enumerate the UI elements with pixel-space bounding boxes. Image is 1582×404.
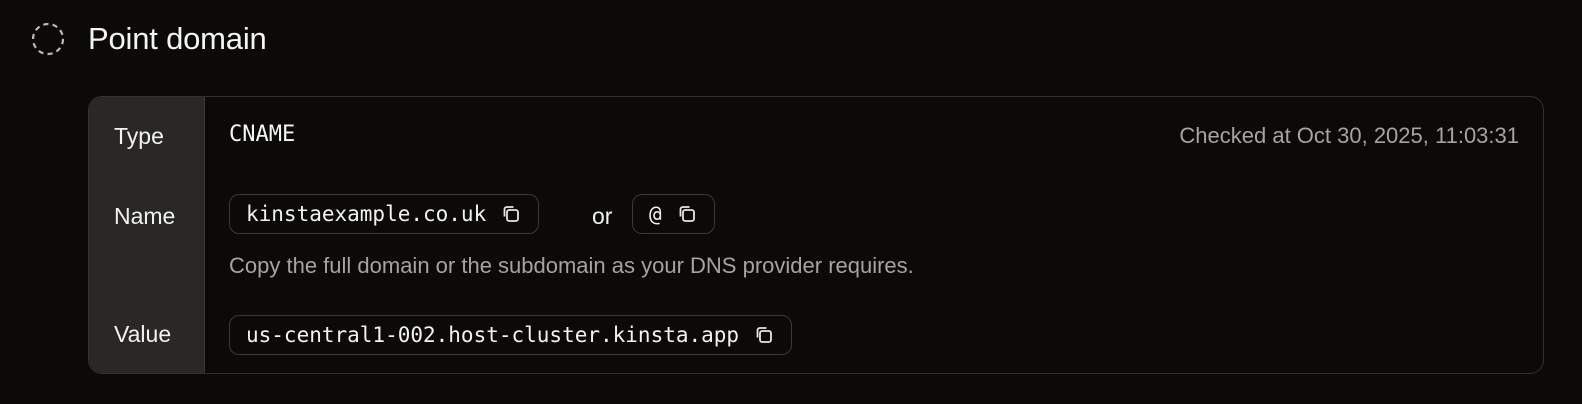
name-separator: or — [592, 203, 613, 229]
type-label: Type — [114, 123, 164, 149]
record-value-text: us-central1-002.host-cluster.kinsta.app — [246, 323, 740, 347]
label-column: Type Name Value — [89, 97, 205, 373]
name-alternate-text: @ — [649, 202, 662, 226]
copy-icon — [676, 203, 698, 225]
name-alternate-copy-button[interactable]: @ — [632, 194, 715, 234]
copy-icon — [500, 203, 522, 225]
pending-circle-icon — [30, 21, 66, 57]
record-type-value: CNAME — [229, 122, 296, 147]
copy-icon — [753, 324, 775, 346]
name-label: Name — [114, 203, 176, 229]
name-primary-copy-button[interactable]: kinstaexample.co.uk — [229, 194, 540, 234]
dns-record-card: Type Name Value CNAME Checked at Oct 30,… — [88, 96, 1544, 374]
step-header: Point domain — [30, 18, 267, 60]
name-hint: Copy the full domain or the subdomain as… — [229, 253, 914, 278]
value-copy-button[interactable]: us-central1-002.host-cluster.kinsta.app — [229, 315, 793, 355]
step-title: Point domain — [88, 21, 267, 56]
name-primary-text: kinstaexample.co.uk — [246, 202, 487, 226]
value-label: Value — [114, 321, 172, 347]
checked-at-timestamp: Checked at Oct 30, 2025, 11:03:31 — [1179, 123, 1519, 148]
